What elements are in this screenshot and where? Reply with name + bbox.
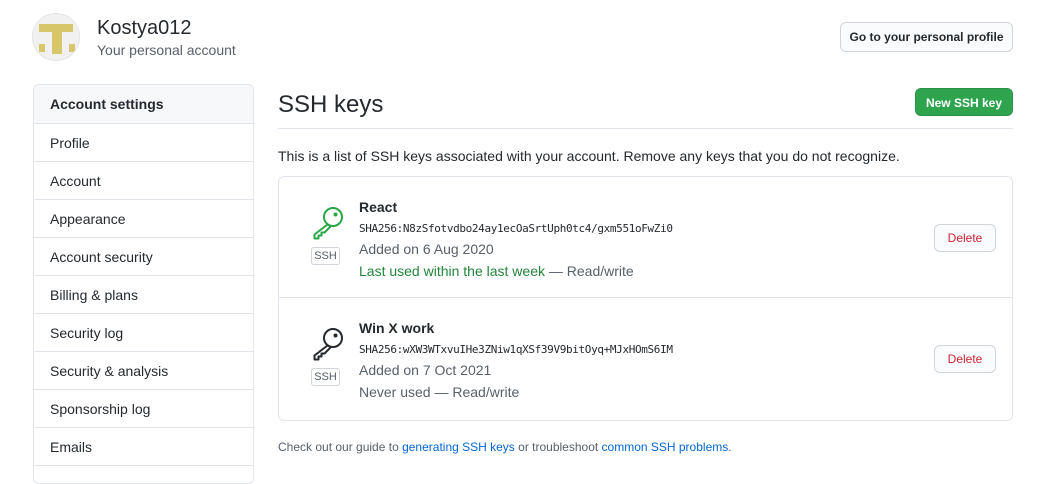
delete-key-button[interactable]: Delete <box>934 345 996 373</box>
key-fingerprint: SHA256:N8zSfotvdbo24ay1ecOaSrtUph0tc4/gx… <box>359 222 673 235</box>
sidebar-item-security-log[interactable]: Security log <box>34 314 253 352</box>
page-title: SSH keys <box>278 91 384 118</box>
key-fingerprint: SHA256:wXW3WTxvuIHe3ZNiw1qXSf39V9bitOyq+… <box>359 343 673 356</box>
user-name[interactable]: Kostya012 <box>97 15 236 41</box>
sidebar-heading: Account settings <box>34 85 253 124</box>
new-ssh-key-button[interactable]: New SSH key <box>915 88 1013 116</box>
key-title: React <box>359 199 398 215</box>
key-added-date: Added on 7 Oct 2021 <box>359 362 492 378</box>
key-last-used: Never used <box>359 384 431 400</box>
intro-text: This is a list of SSH keys associated wi… <box>278 148 900 164</box>
ssh-badge: SSH <box>311 247 340 265</box>
key-access: — Read/write <box>545 263 634 279</box>
ssh-key-list: SSH React SHA256:N8zSfotvdbo24ay1ecOaSrt… <box>278 176 1013 421</box>
sidebar-item-billing[interactable]: Billing & plans <box>34 276 253 314</box>
sidebar-item-emails[interactable]: Emails <box>34 428 253 466</box>
footer-prefix: Check out our guide to <box>278 440 403 454</box>
main-content: SSH keys New SSH key This is a list of S… <box>278 84 1013 454</box>
sidebar-item-appearance[interactable]: Appearance <box>34 200 253 238</box>
key-title: Win X work <box>359 320 435 336</box>
common-ssh-problems-link[interactable]: common SSH problems <box>602 440 729 454</box>
sidebar-item-security-analysis[interactable]: Security & analysis <box>34 352 253 390</box>
key-usage: Never used — Read/write <box>359 384 519 400</box>
sidebar-item-sponsorship-log[interactable]: Sponsorship log <box>34 390 253 428</box>
key-last-used: Last used within the last week <box>359 263 545 279</box>
list-item: SSH React SHA256:N8zSfotvdbo24ay1ecOaSrt… <box>279 177 1012 298</box>
footer-middle: or troubleshoot <box>514 440 602 454</box>
list-item: SSH Win X work SHA256:wXW3WTxvuIHe3ZNiw1… <box>279 298 1012 419</box>
footer-suffix: . <box>728 440 732 454</box>
delete-key-button[interactable]: Delete <box>934 224 996 252</box>
go-to-profile-button[interactable]: Go to your personal profile <box>840 22 1013 52</box>
key-usage: Last used within the last week — Read/wr… <box>359 263 634 279</box>
ssh-badge: SSH <box>311 368 340 386</box>
account-type-label: Your personal account <box>97 42 236 58</box>
avatar[interactable] <box>32 13 80 61</box>
key-icon <box>313 328 343 361</box>
sidebar-item-account[interactable]: Account <box>34 162 253 200</box>
sidebar-item-account-security[interactable]: Account security <box>34 238 253 276</box>
generating-ssh-keys-link[interactable]: generating SSH keys <box>402 440 515 454</box>
user-header: Kostya012 Your personal account <box>32 12 236 62</box>
page-header: SSH keys New SSH key <box>278 84 1013 129</box>
key-added-date: Added on 6 Aug 2020 <box>359 241 494 257</box>
settings-sidebar: Account settings Profile Account Appeara… <box>33 84 254 484</box>
help-footer: Check out our guide to generating SSH ke… <box>278 440 732 454</box>
key-access: — Read/write <box>430 384 520 400</box>
sidebar-item-profile[interactable]: Profile <box>34 124 253 162</box>
key-icon <box>313 207 343 240</box>
